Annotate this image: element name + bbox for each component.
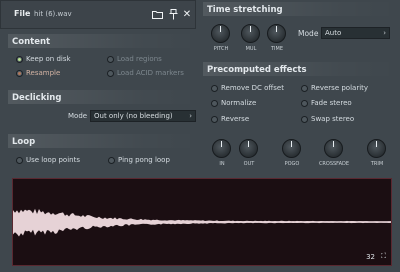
fade-stereo-radio <box>301 99 308 107</box>
trim-knob[interactable] <box>367 139 386 158</box>
remove-dc-offset-radio <box>211 84 218 92</box>
pogo-knob-label: POGO <box>284 161 300 167</box>
ping-pong-loop-option[interactable]: Ping pong loop <box>108 156 170 164</box>
declicking-mode-label: Mode <box>68 112 88 120</box>
remove-dc-offset-option[interactable]: Remove DC offset <box>211 84 284 92</box>
resample-option[interactable]: Resample <box>16 69 60 77</box>
reverse-radio <box>211 115 218 123</box>
time-stretching-title: Time stretching <box>207 5 283 15</box>
loop-title: Loop <box>12 137 36 147</box>
loop-section: Loop <box>8 134 198 174</box>
dropdown-arrow-icon: › <box>189 112 192 120</box>
time-stretch-mode-label: Mode <box>298 29 319 38</box>
time-knob-label: TIME <box>270 46 283 52</box>
keep-on-disk-option[interactable]: Keep on disk <box>16 55 71 63</box>
keep-on-disk-radio <box>16 55 23 63</box>
out-knob[interactable] <box>239 139 258 158</box>
crossfade-knob[interactable] <box>324 139 343 158</box>
resample-radio <box>16 69 23 77</box>
dropdown-arrow-icon: › <box>383 29 386 37</box>
ping-pong-loop-radio <box>108 156 115 164</box>
declicking-mode-dropdown[interactable]: Out only (no bleeding) › <box>90 110 196 122</box>
file-bar: File hit (6).wav ✕ <box>0 0 196 29</box>
normalize-option[interactable]: Normalize <box>211 99 256 107</box>
pitch-knob[interactable] <box>211 24 230 43</box>
zoom-icon[interactable]: ⛶ <box>381 252 386 261</box>
load-regions-radio <box>107 55 114 63</box>
declicking-title: Declicking <box>12 93 62 103</box>
load-acid-markers-option[interactable]: Load ACID markers <box>107 69 184 77</box>
time-knob[interactable] <box>267 24 286 43</box>
precomputed-effects-title: Precomputed effects <box>207 65 307 75</box>
normalize-radio <box>211 99 218 107</box>
mul-knob[interactable] <box>241 24 260 43</box>
crossfade-knob-label: CROSSFADE <box>318 161 350 167</box>
use-loop-points-radio <box>16 156 23 164</box>
pogo-knob[interactable] <box>282 139 301 158</box>
swap-stereo-radio <box>301 115 308 123</box>
reverse-polarity-radio <box>301 84 308 92</box>
fade-stereo-option[interactable]: Fade stereo <box>301 99 352 107</box>
close-icon[interactable]: ✕ <box>180 7 194 21</box>
pin-icon[interactable] <box>166 7 180 21</box>
file-name[interactable]: hit (6).wav <box>34 10 72 18</box>
reverse-polarity-option[interactable]: Reverse polarity <box>301 84 368 92</box>
swap-stereo-option[interactable]: Swap stereo <box>301 115 354 123</box>
use-loop-points-option[interactable]: Use loop points <box>16 156 80 164</box>
content-title: Content <box>12 37 51 47</box>
load-regions-option[interactable]: Load regions <box>107 55 162 63</box>
waveform-graphic <box>13 208 391 237</box>
time-stretch-mode-dropdown[interactable]: Auto › <box>321 27 390 39</box>
out-knob-label: OUT <box>243 161 255 167</box>
load-acid-markers-radio <box>107 69 114 77</box>
in-knob[interactable] <box>212 139 231 158</box>
trim-knob-label: TRIM <box>370 161 384 167</box>
waveform-view[interactable]: 32 ⛶ <box>12 178 392 266</box>
file-label: File <box>14 9 31 18</box>
zoom-level: 32 <box>366 253 375 261</box>
open-folder-icon[interactable] <box>150 7 164 21</box>
reverse-option[interactable]: Reverse <box>211 115 249 123</box>
